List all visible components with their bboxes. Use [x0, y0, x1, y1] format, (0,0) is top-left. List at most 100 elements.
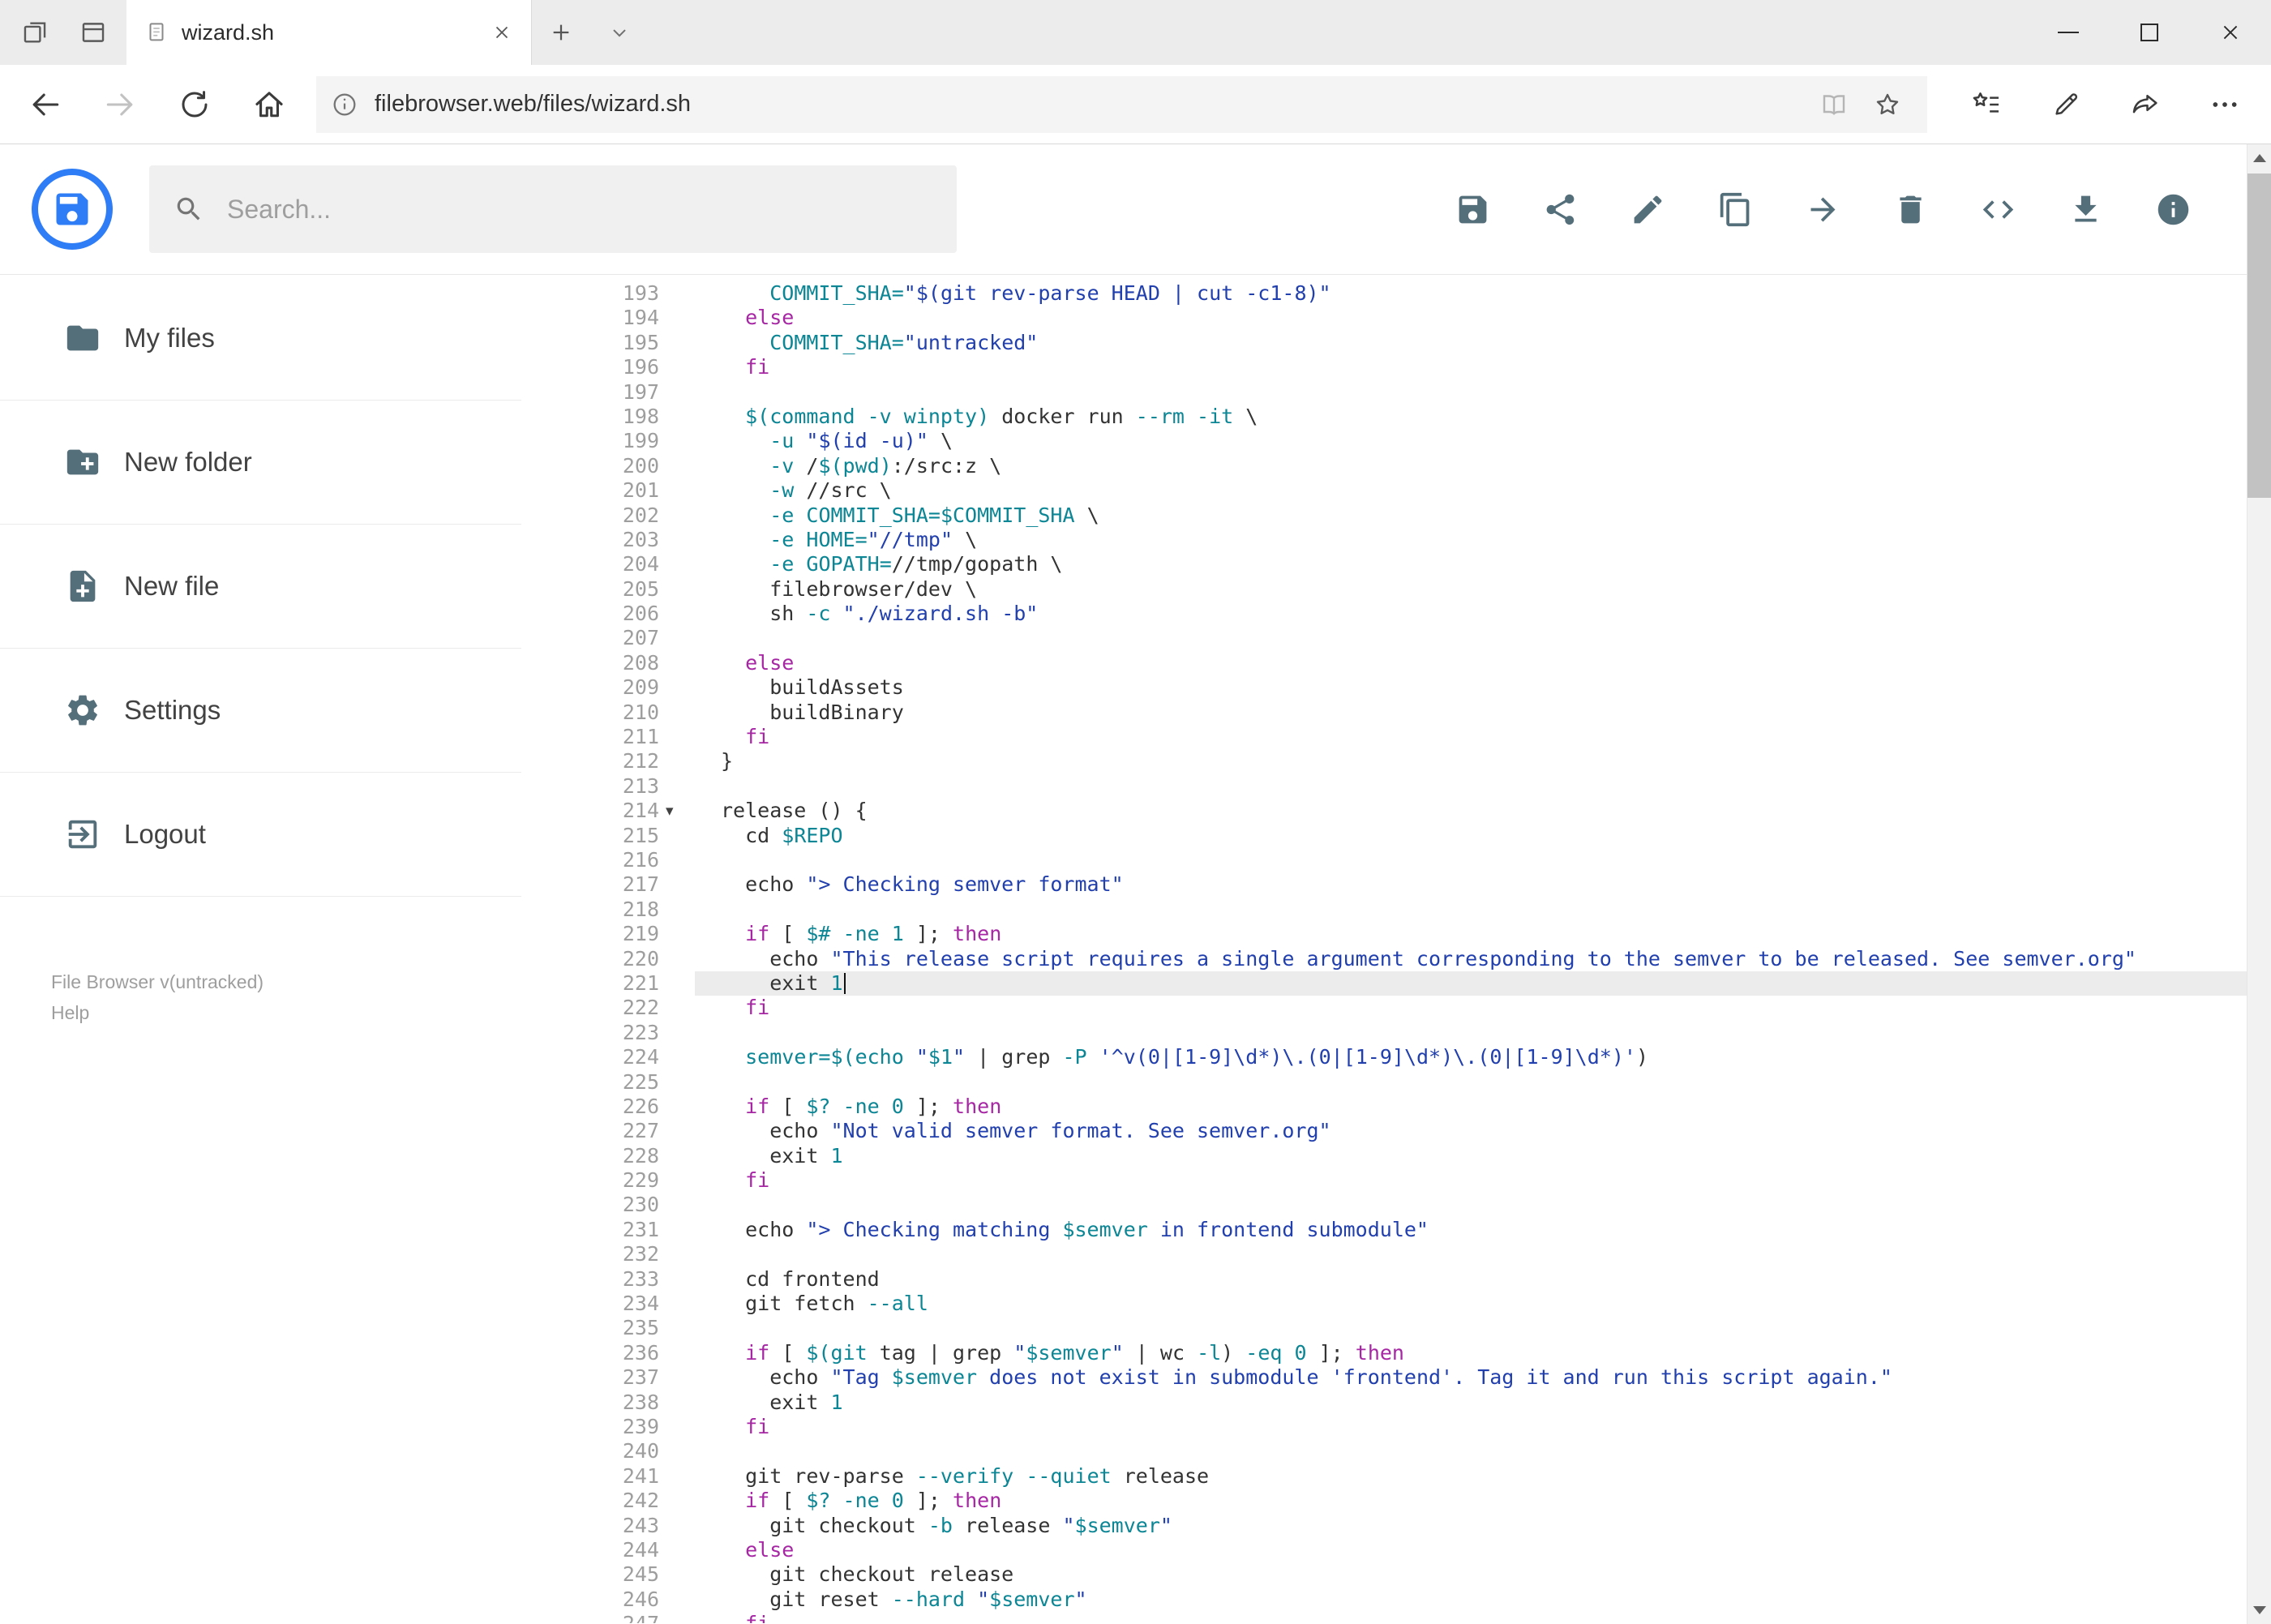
code-line[interactable]: 225 — [521, 1070, 2247, 1095]
code-line[interactable]: 244 else — [521, 1538, 2247, 1562]
forward-button[interactable] — [83, 69, 157, 140]
code-line[interactable]: 207 — [521, 626, 2247, 650]
code-line[interactable]: 202 -e COMMIT_SHA=$COMMIT_SHA \ — [521, 503, 2247, 528]
code-line[interactable]: 219 if [ $# -ne 1 ]; then — [521, 922, 2247, 946]
code-line[interactable]: 237 echo "Tag $semver does not exist in … — [521, 1365, 2247, 1390]
sidebar-item-logout[interactable]: Logout — [0, 773, 521, 897]
code-line[interactable]: 215 cd $REPO — [521, 824, 2247, 848]
share-page-button[interactable] — [2106, 69, 2185, 140]
code-editor[interactable]: 193 COMMIT_SHA="$(git rev-parse HEAD | c… — [521, 275, 2247, 1623]
scrollbar-thumb[interactable] — [2247, 174, 2271, 498]
home-button[interactable] — [232, 69, 306, 140]
hub-button[interactable] — [1947, 69, 2026, 140]
web-note-button[interactable] — [2026, 69, 2106, 140]
move-button[interactable] — [1804, 191, 1841, 228]
scroll-up-button[interactable] — [2247, 144, 2271, 172]
raw-code-button[interactable] — [1979, 191, 2016, 228]
save-button[interactable] — [1454, 191, 1491, 228]
code-line[interactable]: 223 — [521, 1021, 2247, 1045]
minimize-button[interactable] — [2028, 0, 2109, 65]
code-line[interactable]: 221 exit 1 — [521, 971, 2247, 996]
sidebar-item-settings[interactable]: Settings — [0, 649, 521, 773]
code-line[interactable]: 208 else — [521, 651, 2247, 675]
code-line[interactable]: 247 fi — [521, 1612, 2247, 1623]
code-line[interactable]: 206 sh -c "./wizard.sh -b" — [521, 602, 2247, 626]
site-info-icon[interactable] — [331, 91, 358, 118]
new-tab-button[interactable] — [532, 0, 590, 65]
code-line[interactable]: 238 exit 1 — [521, 1390, 2247, 1415]
code-line[interactable]: 210 buildBinary — [521, 701, 2247, 725]
code-line[interactable]: 196 fi — [521, 355, 2247, 379]
code-line[interactable]: 194 else — [521, 306, 2247, 330]
browser-tab[interactable]: wizard.sh — [126, 0, 532, 65]
set-tabs-aside-button[interactable] — [11, 9, 58, 56]
tab-close-icon[interactable] — [486, 16, 518, 49]
filebrowser-logo[interactable] — [32, 169, 113, 250]
code-line[interactable]: 236 if [ $(git tag | grep "$semver" | wc… — [521, 1341, 2247, 1365]
info-button[interactable] — [2154, 191, 2192, 228]
code-line[interactable]: 229 fi — [521, 1168, 2247, 1193]
code-line[interactable]: 211 fi — [521, 725, 2247, 749]
download-button[interactable] — [2067, 191, 2104, 228]
delete-button[interactable] — [1892, 191, 1929, 228]
code-line[interactable]: 239 fi — [521, 1415, 2247, 1439]
tab-list-button[interactable] — [590, 0, 649, 65]
code-line[interactable]: 240 — [521, 1439, 2247, 1463]
code-line[interactable]: 224 semver=$(echo "$1" | grep -P '^v(0|[… — [521, 1045, 2247, 1069]
code-line[interactable]: 246 git reset --hard "$semver" — [521, 1588, 2247, 1612]
code-line[interactable]: 204 -e GOPATH=//tmp/gopath \ — [521, 552, 2247, 576]
code-line[interactable]: 198 $(command -v winpty) docker run --rm… — [521, 405, 2247, 429]
code-line[interactable]: 227 echo "Not valid semver format. See s… — [521, 1119, 2247, 1143]
sidebar-item-new-folder[interactable]: New folder — [0, 401, 521, 525]
code-line[interactable]: 205 filebrowser/dev \ — [521, 577, 2247, 602]
tabs-preview-button[interactable] — [70, 9, 117, 56]
code-line[interactable]: 234 git fetch --all — [521, 1292, 2247, 1316]
code-line[interactable]: 222 fi — [521, 996, 2247, 1020]
code-line[interactable]: 220 echo "This release script requires a… — [521, 947, 2247, 971]
code-line[interactable]: 209 buildAssets — [521, 675, 2247, 700]
code-line[interactable]: 197 — [521, 380, 2247, 405]
maximize-button[interactable] — [2109, 0, 2190, 65]
code-line[interactable]: 231 echo "> Checking matching $semver in… — [521, 1218, 2247, 1242]
search-box[interactable] — [149, 165, 957, 253]
code-line[interactable]: 235 — [521, 1316, 2247, 1340]
page-scrollbar[interactable] — [2247, 144, 2271, 1624]
code-line[interactable]: 216 — [521, 848, 2247, 872]
code-line[interactable]: 212} — [521, 749, 2247, 773]
settings-menu-button[interactable] — [2185, 69, 2265, 140]
sidebar-item-new-file[interactable]: New file — [0, 525, 521, 649]
code-line[interactable]: 217 echo "> Checking semver format" — [521, 872, 2247, 897]
code-line[interactable]: 218 — [521, 898, 2247, 922]
scroll-down-button[interactable] — [2247, 1596, 2271, 1624]
help-link[interactable]: Help — [51, 997, 521, 1028]
copy-button[interactable] — [1716, 191, 1754, 228]
code-line[interactable]: 213 — [521, 774, 2247, 799]
code-line[interactable]: 230 — [521, 1193, 2247, 1217]
back-button[interactable] — [8, 69, 83, 140]
reading-view-button[interactable] — [1807, 80, 1861, 129]
code-line[interactable]: 203 -e HOME="//tmp" \ — [521, 528, 2247, 552]
code-line[interactable]: 245 git checkout release — [521, 1562, 2247, 1587]
edit-button[interactable] — [1629, 191, 1666, 228]
code-line[interactable]: 226 if [ $? -ne 0 ]; then — [521, 1095, 2247, 1119]
code-line[interactable]: 214 ▾ release () { — [521, 799, 2247, 823]
address-bar[interactable]: filebrowser.web/files/wizard.sh — [316, 75, 1927, 133]
code-line[interactable]: 233 cd frontend — [521, 1267, 2247, 1292]
code-line[interactable]: 193 COMMIT_SHA="$(git rev-parse HEAD | c… — [521, 281, 2247, 306]
code-line[interactable]: 241 git rev-parse --verify --quiet relea… — [521, 1464, 2247, 1489]
share-button[interactable] — [1541, 191, 1579, 228]
code-line[interactable]: 199 -u "$(id -u)" \ — [521, 429, 2247, 453]
url-text[interactable]: filebrowser.web/files/wizard.sh — [375, 91, 1807, 118]
fold-arrow-icon[interactable]: ▾ — [666, 799, 674, 823]
refresh-button[interactable] — [157, 69, 232, 140]
code-line[interactable]: 243 git checkout -b release "$semver" — [521, 1514, 2247, 1538]
code-line[interactable]: 228 exit 1 — [521, 1144, 2247, 1168]
search-input[interactable] — [225, 193, 937, 225]
code-line[interactable]: 200 -v /$(pwd):/src:z \ — [521, 454, 2247, 478]
code-line[interactable]: 242 if [ $? -ne 0 ]; then — [521, 1489, 2247, 1513]
sidebar-item-my-files[interactable]: My files — [0, 276, 521, 401]
close-window-button[interactable] — [2190, 0, 2271, 65]
code-line[interactable]: 195 COMMIT_SHA="untracked" — [521, 331, 2247, 355]
add-favorite-button[interactable] — [1861, 80, 1914, 129]
code-line[interactable]: 232 — [521, 1242, 2247, 1266]
